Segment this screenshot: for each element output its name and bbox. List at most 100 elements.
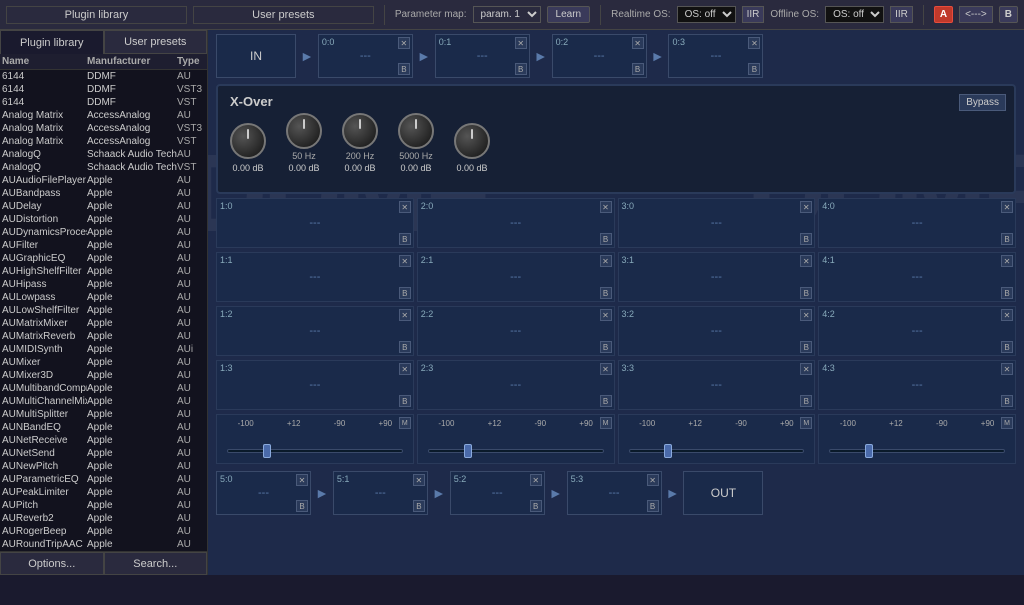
cell-1-1-b[interactable]: B bbox=[399, 287, 411, 299]
bottom-channel-3-b[interactable]: B bbox=[647, 500, 659, 512]
fader-thumb-0[interactable] bbox=[263, 444, 271, 458]
list-item[interactable]: AUNBandEQAppleAU bbox=[0, 421, 207, 434]
list-item[interactable]: Analog MatrixAccessAnalogAU bbox=[0, 109, 207, 122]
list-item[interactable]: AUPitchAppleAU bbox=[0, 499, 207, 512]
list-item[interactable]: Analog MatrixAccessAnalogVST3 bbox=[0, 122, 207, 135]
list-item[interactable]: AUHighShelfFilterAppleAU bbox=[0, 265, 207, 278]
cell-2-2-x[interactable]: ✕ bbox=[600, 309, 612, 321]
cell-3-2-b[interactable]: B bbox=[800, 341, 812, 353]
cell-3-2-x[interactable]: ✕ bbox=[800, 309, 812, 321]
cell-3-0-b[interactable]: B bbox=[800, 233, 812, 245]
top-channel-3-x-btn[interactable]: ✕ bbox=[748, 37, 760, 49]
cell-1-3-x[interactable]: ✕ bbox=[399, 363, 411, 375]
ab-a-button[interactable]: A bbox=[934, 6, 953, 23]
list-item[interactable]: AUDynamicsProcessorAppleAU bbox=[0, 226, 207, 239]
list-item[interactable]: AUMultiSplitterAppleAU bbox=[0, 408, 207, 421]
list-item[interactable]: AUFilterAppleAU bbox=[0, 239, 207, 252]
list-item[interactable]: AUNewPitchAppleAU bbox=[0, 460, 207, 473]
list-item[interactable]: AUGraphicEQAppleAU bbox=[0, 252, 207, 265]
cell-4-3-x[interactable]: ✕ bbox=[1001, 363, 1013, 375]
list-item[interactable]: AUMixerAppleAU bbox=[0, 356, 207, 369]
bottom-channel-1-x[interactable]: ✕ bbox=[413, 474, 425, 486]
ab-b-button[interactable]: B bbox=[999, 6, 1018, 23]
fader-track-2[interactable] bbox=[629, 449, 805, 453]
bottom-channel-0-b[interactable]: B bbox=[296, 500, 308, 512]
cell-3-3-b[interactable]: B bbox=[800, 395, 812, 407]
list-item[interactable]: AnalogQSchaack Audio Tech...AU bbox=[0, 148, 207, 161]
cell-2-3-b[interactable]: B bbox=[600, 395, 612, 407]
cell-2-2-b[interactable]: B bbox=[600, 341, 612, 353]
cell-3-1-b[interactable]: B bbox=[800, 287, 812, 299]
top-channel-3-b-btn[interactable]: B bbox=[748, 63, 760, 75]
list-item[interactable]: AUParametricEQAppleAU bbox=[0, 473, 207, 486]
bottom-channel-2-b[interactable]: B bbox=[530, 500, 542, 512]
list-item[interactable]: AUMixer3DAppleAU bbox=[0, 369, 207, 382]
plugin-list[interactable]: 6144DDMFAU6144DDMFVST36144DDMFVSTAnalog … bbox=[0, 70, 207, 551]
fader-m-btn-1[interactable]: M bbox=[600, 417, 612, 429]
list-item[interactable]: AUNetSendAppleAU bbox=[0, 447, 207, 460]
bottom-channel-1-b[interactable]: B bbox=[413, 500, 425, 512]
cell-3-1-x[interactable]: ✕ bbox=[800, 255, 812, 267]
cell-1-1-x[interactable]: ✕ bbox=[399, 255, 411, 267]
top-channel-2-x-btn[interactable]: ✕ bbox=[632, 37, 644, 49]
plugin-library-tab-left[interactable]: Plugin library bbox=[0, 30, 104, 54]
list-item[interactable]: AUMultiChannelMixerAppleAU bbox=[0, 395, 207, 408]
knob-0[interactable] bbox=[230, 123, 266, 159]
list-item[interactable]: AnalogQSchaack Audio Tech...VST bbox=[0, 161, 207, 174]
knob-3[interactable] bbox=[398, 113, 434, 149]
cell-4-2-b[interactable]: B bbox=[1001, 341, 1013, 353]
list-item[interactable]: AUHipassAppleAU bbox=[0, 278, 207, 291]
top-channel-2-b-btn[interactable]: B bbox=[632, 63, 644, 75]
cell-2-3-x[interactable]: ✕ bbox=[600, 363, 612, 375]
parameter-map-select[interactable]: param. 1 bbox=[473, 6, 541, 23]
plugin-library-tab[interactable]: Plugin library bbox=[6, 6, 187, 24]
cell-2-0-b[interactable]: B bbox=[600, 233, 612, 245]
bottom-channel-0-x[interactable]: ✕ bbox=[296, 474, 308, 486]
knob-4[interactable] bbox=[454, 123, 490, 159]
cell-2-1-b[interactable]: B bbox=[600, 287, 612, 299]
list-item[interactable]: AURoundTripAACAppleAU bbox=[0, 538, 207, 551]
top-channel-1-x-btn[interactable]: ✕ bbox=[515, 37, 527, 49]
bottom-channel-3-x[interactable]: ✕ bbox=[647, 474, 659, 486]
fader-track-1[interactable] bbox=[428, 449, 604, 453]
list-item[interactable]: AUPeakLimiterAppleAU bbox=[0, 486, 207, 499]
user-presets-tab-left[interactable]: User presets bbox=[104, 30, 208, 54]
ab-arrow-button[interactable]: <---> bbox=[959, 6, 993, 23]
cell-3-3-x[interactable]: ✕ bbox=[800, 363, 812, 375]
list-item[interactable]: AUDistortionAppleAU bbox=[0, 213, 207, 226]
bottom-channel-2-x[interactable]: ✕ bbox=[530, 474, 542, 486]
knob-1[interactable] bbox=[286, 113, 322, 149]
list-item[interactable]: AURogerBeepAppleAU bbox=[0, 525, 207, 538]
cell-2-0-x[interactable]: ✕ bbox=[600, 201, 612, 213]
learn-button[interactable]: Learn bbox=[547, 6, 591, 23]
cell-4-2-x[interactable]: ✕ bbox=[1001, 309, 1013, 321]
cell-1-2-b[interactable]: B bbox=[399, 341, 411, 353]
list-item[interactable]: AUNetReceiveAppleAU bbox=[0, 434, 207, 447]
fader-m-btn-2[interactable]: M bbox=[800, 417, 812, 429]
list-item[interactable]: AUDelayAppleAU bbox=[0, 200, 207, 213]
fader-m-btn-0[interactable]: M bbox=[399, 417, 411, 429]
bypass-button[interactable]: Bypass bbox=[959, 94, 1006, 111]
cell-4-0-x[interactable]: ✕ bbox=[1001, 201, 1013, 213]
realtime-iir-button[interactable]: IIR bbox=[742, 6, 765, 23]
realtime-os-select[interactable]: OS: off bbox=[677, 6, 736, 23]
list-item[interactable]: AUReverb2AppleAU bbox=[0, 512, 207, 525]
cell-4-1-x[interactable]: ✕ bbox=[1001, 255, 1013, 267]
options-button[interactable]: Options... bbox=[0, 552, 104, 575]
fader-track-3[interactable] bbox=[829, 449, 1005, 453]
fader-m-btn-3[interactable]: M bbox=[1001, 417, 1013, 429]
list-item[interactable]: 6144DDMFVST bbox=[0, 96, 207, 109]
top-channel-0-x-btn[interactable]: ✕ bbox=[398, 37, 410, 49]
list-item[interactable]: AUMatrixReverbAppleAU bbox=[0, 330, 207, 343]
fader-thumb-3[interactable] bbox=[865, 444, 873, 458]
fader-thumb-1[interactable] bbox=[464, 444, 472, 458]
cell-4-1-b[interactable]: B bbox=[1001, 287, 1013, 299]
fader-track-0[interactable] bbox=[227, 449, 403, 453]
list-item[interactable]: AULowpassAppleAU bbox=[0, 291, 207, 304]
list-item[interactable]: AUMultibandCompre...AppleAU bbox=[0, 382, 207, 395]
fader-thumb-2[interactable] bbox=[664, 444, 672, 458]
cell-1-3-b[interactable]: B bbox=[399, 395, 411, 407]
top-channel-1-b-btn[interactable]: B bbox=[515, 63, 527, 75]
cell-2-1-x[interactable]: ✕ bbox=[600, 255, 612, 267]
cell-4-0-b[interactable]: B bbox=[1001, 233, 1013, 245]
